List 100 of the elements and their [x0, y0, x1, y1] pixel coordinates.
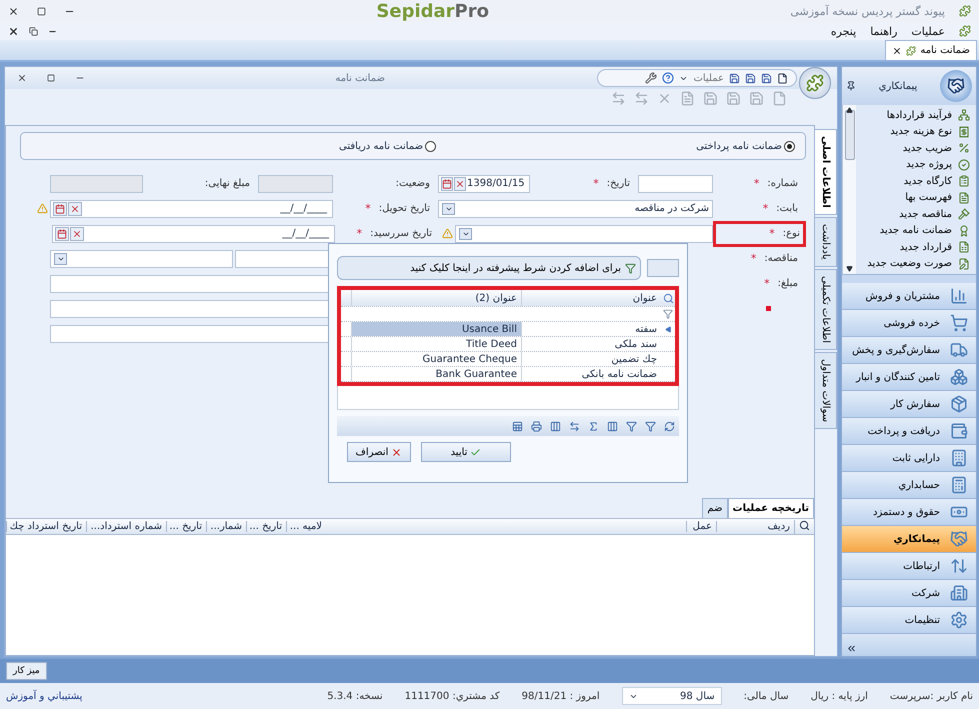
- date-field[interactable]: __/__/____: [50, 200, 333, 218]
- shortcut-item[interactable]: پروژه جدید: [862, 156, 970, 173]
- handshake-icon: [950, 530, 968, 548]
- boxes-icon: [950, 368, 968, 386]
- date-field[interactable]: 1398/01/15: [438, 174, 530, 192]
- user-label: نام کاربر :سرپرست: [890, 690, 973, 702]
- filter-input[interactable]: [647, 259, 679, 277]
- filter-icon[interactable]: [663, 309, 673, 319]
- shortcut-item[interactable]: فرآیند قراردادها: [862, 107, 970, 124]
- support-link[interactable]: پشتیباني و آموزش: [6, 690, 82, 702]
- vertical-tab[interactable]: یادداشت: [815, 216, 837, 267]
- dropdown-icon[interactable]: [442, 202, 455, 214]
- field-label: مبلغ:: [778, 278, 798, 289]
- nav-item[interactable]: حسابداري: [842, 472, 976, 499]
- shortcut-item[interactable]: فهرست بها: [862, 190, 970, 206]
- column-header: شمار...: [206, 521, 246, 532]
- combo-field[interactable]: [50, 250, 233, 268]
- nav-item[interactable]: مشتریان و فروش: [842, 283, 976, 310]
- nav-item[interactable]: سفارش‌گیری و پخش: [842, 337, 976, 364]
- close-button[interactable]: [8, 6, 19, 16]
- nav-item[interactable]: ارتباطات: [842, 553, 976, 580]
- restore-button[interactable]: [29, 26, 38, 36]
- nav-item[interactable]: دارایی ثابت: [842, 445, 976, 472]
- close-button[interactable]: [8, 26, 19, 36]
- nav-item[interactable]: تامین کنندگان و انبار: [842, 364, 976, 391]
- maximize-button[interactable]: [37, 6, 46, 16]
- required-mark: *: [750, 252, 756, 265]
- shortcut-item[interactable]: ضمانت نامه جدید: [862, 222, 970, 239]
- menu-item[interactable]: راهنما: [870, 24, 898, 38]
- nav-item[interactable]: شرکت: [842, 580, 976, 607]
- columns-icon[interactable]: [550, 420, 561, 432]
- pin-icon[interactable]: [846, 81, 856, 91]
- wrench-icon[interactable]: [645, 72, 658, 84]
- shortcut-item[interactable]: نوع هزینه جدید: [862, 124, 970, 140]
- nav-item[interactable]: پیمانكاري: [842, 526, 976, 553]
- save-icon[interactable]: [761, 72, 772, 84]
- tab[interactable]: ضم: [702, 498, 728, 518]
- dropdown-icon[interactable]: [459, 228, 472, 240]
- clear-button[interactable]: [70, 226, 84, 240]
- subject-combo[interactable]: شرکت در مناقصه: [438, 200, 713, 218]
- nav-item[interactable]: سفارش کار: [842, 391, 976, 418]
- columns-icon[interactable]: [607, 420, 618, 432]
- shortcut-item[interactable]: کارگاه جدید: [862, 173, 970, 190]
- expand-icon[interactable]: [846, 643, 857, 654]
- year-select[interactable]: سال 98: [622, 687, 722, 705]
- field-label: وضعیت:: [396, 178, 430, 189]
- search-icon[interactable]: [799, 520, 810, 530]
- workspace-tab[interactable]: میز کار: [6, 662, 47, 680]
- document-tab[interactable]: ضمانت نامه: [885, 40, 977, 60]
- filter-icon[interactable]: [626, 420, 637, 432]
- vertical-tab[interactable]: اطلاعات اصلی: [815, 129, 837, 215]
- nav-item[interactable]: دریافت و پرداخت: [842, 418, 976, 445]
- vertical-tab[interactable]: سوالات متداول: [815, 352, 837, 429]
- save-icon[interactable]: [745, 72, 756, 84]
- up-arrow-icon[interactable]: [846, 107, 853, 114]
- field-label: نوع:: [782, 228, 800, 239]
- sum-icon[interactable]: [588, 420, 599, 432]
- advanced-filter-button[interactable]: برای اضافه کردن شرط پیشرفته در اینجا کلیک کنید: [337, 256, 641, 280]
- help-icon[interactable]: [662, 72, 674, 84]
- menu-item[interactable]: پنجره: [830, 24, 856, 38]
- fit-icon[interactable]: [569, 420, 580, 432]
- maximize-button[interactable]: [47, 74, 55, 82]
- menu-item[interactable]: عملیات: [911, 24, 945, 38]
- dropdown-icon[interactable]: [54, 252, 67, 264]
- radio-option[interactable]: ضمانت نامه پرداختی: [696, 140, 795, 152]
- down-arrow-icon[interactable]: [846, 265, 853, 272]
- scroll-thumb[interactable]: [844, 110, 854, 160]
- close-button[interactable]: [17, 73, 27, 83]
- refresh-icon[interactable]: [664, 420, 675, 432]
- shortcut-item[interactable]: صورت وضعیت جدید: [862, 256, 970, 272]
- vertical-tab[interactable]: اطلاعات تکمیلی: [815, 268, 837, 350]
- shortcut-item[interactable]: ضریب جدید: [862, 140, 970, 156]
- calendar-button[interactable]: [441, 176, 453, 190]
- nav-item[interactable]: خرده فروشی: [842, 310, 976, 337]
- nav-item[interactable]: حقوق و دستمزد: [842, 499, 976, 526]
- chart-icon: [950, 287, 968, 305]
- filter-icon[interactable]: [645, 420, 656, 432]
- nav-item[interactable]: تنظیمات: [842, 607, 976, 634]
- print-icon[interactable]: [531, 420, 542, 432]
- required-mark: *: [593, 177, 599, 190]
- field-label: مناقصه:: [764, 253, 798, 264]
- close-icon[interactable]: [892, 46, 902, 56]
- shortcut-item[interactable]: قرارداد جدید: [862, 239, 970, 256]
- clear-button[interactable]: [68, 202, 82, 216]
- save-icon[interactable]: [729, 72, 740, 84]
- calendar-button[interactable]: [55, 226, 69, 240]
- app-title: پیوند گستر پردیس نسخه آموزشی: [790, 4, 945, 18]
- cancel-button[interactable]: انصراف: [347, 442, 411, 462]
- tab[interactable]: تاریخچه عملیات: [728, 498, 814, 518]
- scrollbar[interactable]: [842, 105, 856, 274]
- ok-button[interactable]: تایید: [421, 442, 511, 462]
- date-field[interactable]: __/__/____: [52, 224, 335, 242]
- new-icon[interactable]: [777, 72, 788, 84]
- number-field[interactable]: [638, 174, 713, 192]
- toolbar-menu[interactable]: عملیات: [693, 72, 724, 84]
- clear-button[interactable]: [454, 176, 466, 190]
- shortcut-item[interactable]: مناقصه جدید: [862, 206, 970, 222]
- radio-option[interactable]: ضمانت نامه دریافتی: [339, 140, 436, 152]
- calendar-button[interactable]: [53, 202, 67, 216]
- spreadsheet-icon[interactable]: [512, 420, 523, 432]
